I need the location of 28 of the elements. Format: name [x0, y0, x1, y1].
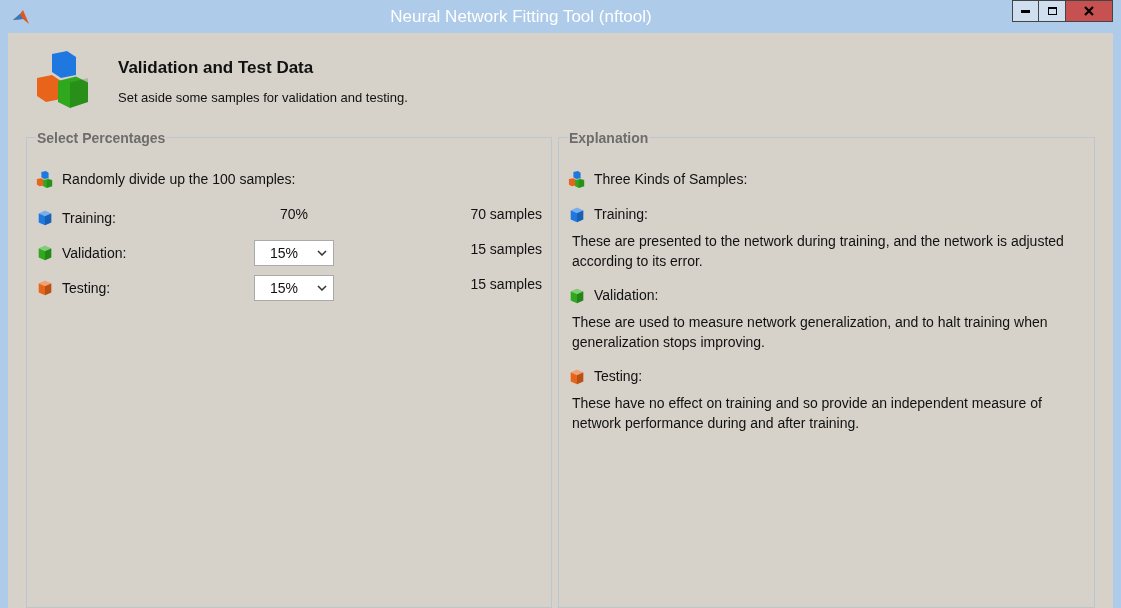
sample-kind-label: Training:	[594, 205, 648, 224]
split-label: Training:	[62, 208, 116, 228]
sample-kind-label: Validation:	[594, 286, 659, 305]
chevron-down-icon	[317, 285, 327, 291]
split-label: Testing:	[62, 278, 111, 298]
explanation-text: These are used to measure network generalization, and to halt training when generalization stops improving.	[571, 313, 1049, 352]
intro-text: Three Kinds of Samples:	[594, 170, 748, 189]
percentage-dropdown[interactable]: 15%	[254, 275, 334, 301]
cubes-icon	[568, 170, 586, 189]
split-label: Validation:	[62, 243, 127, 263]
sample-count: 15 samples	[470, 239, 542, 259]
percentage-value: 70%	[280, 204, 308, 224]
cubes-icon	[36, 170, 54, 189]
maximize-button[interactable]	[1039, 0, 1066, 22]
explanation-text: These have no effect on training and so provide an independent measure of network performance during and after training.	[571, 394, 1043, 433]
intro-text: Randomly divide up the 100 samples:	[62, 170, 296, 189]
explanation-text: These are presented to the network during training, and the network is adjusted according to its error.	[571, 232, 1065, 271]
page-subtitle: Set aside some samples for validation and testing.	[118, 89, 408, 107]
sample-kind-label: Testing:	[594, 367, 643, 386]
chevron-down-icon	[317, 250, 327, 256]
page-title: Validation and Test Data	[118, 56, 315, 79]
percentage-dropdown[interactable]: 15%	[254, 240, 334, 266]
close-icon	[1084, 6, 1094, 16]
close-button[interactable]	[1066, 0, 1113, 22]
window-title: Neural Network Fitting Tool (nftool)	[390, 6, 652, 26]
sample-count: 70 samples	[470, 204, 542, 224]
sample-count: 15 samples	[470, 274, 542, 294]
minimize-button[interactable]	[1012, 0, 1039, 22]
